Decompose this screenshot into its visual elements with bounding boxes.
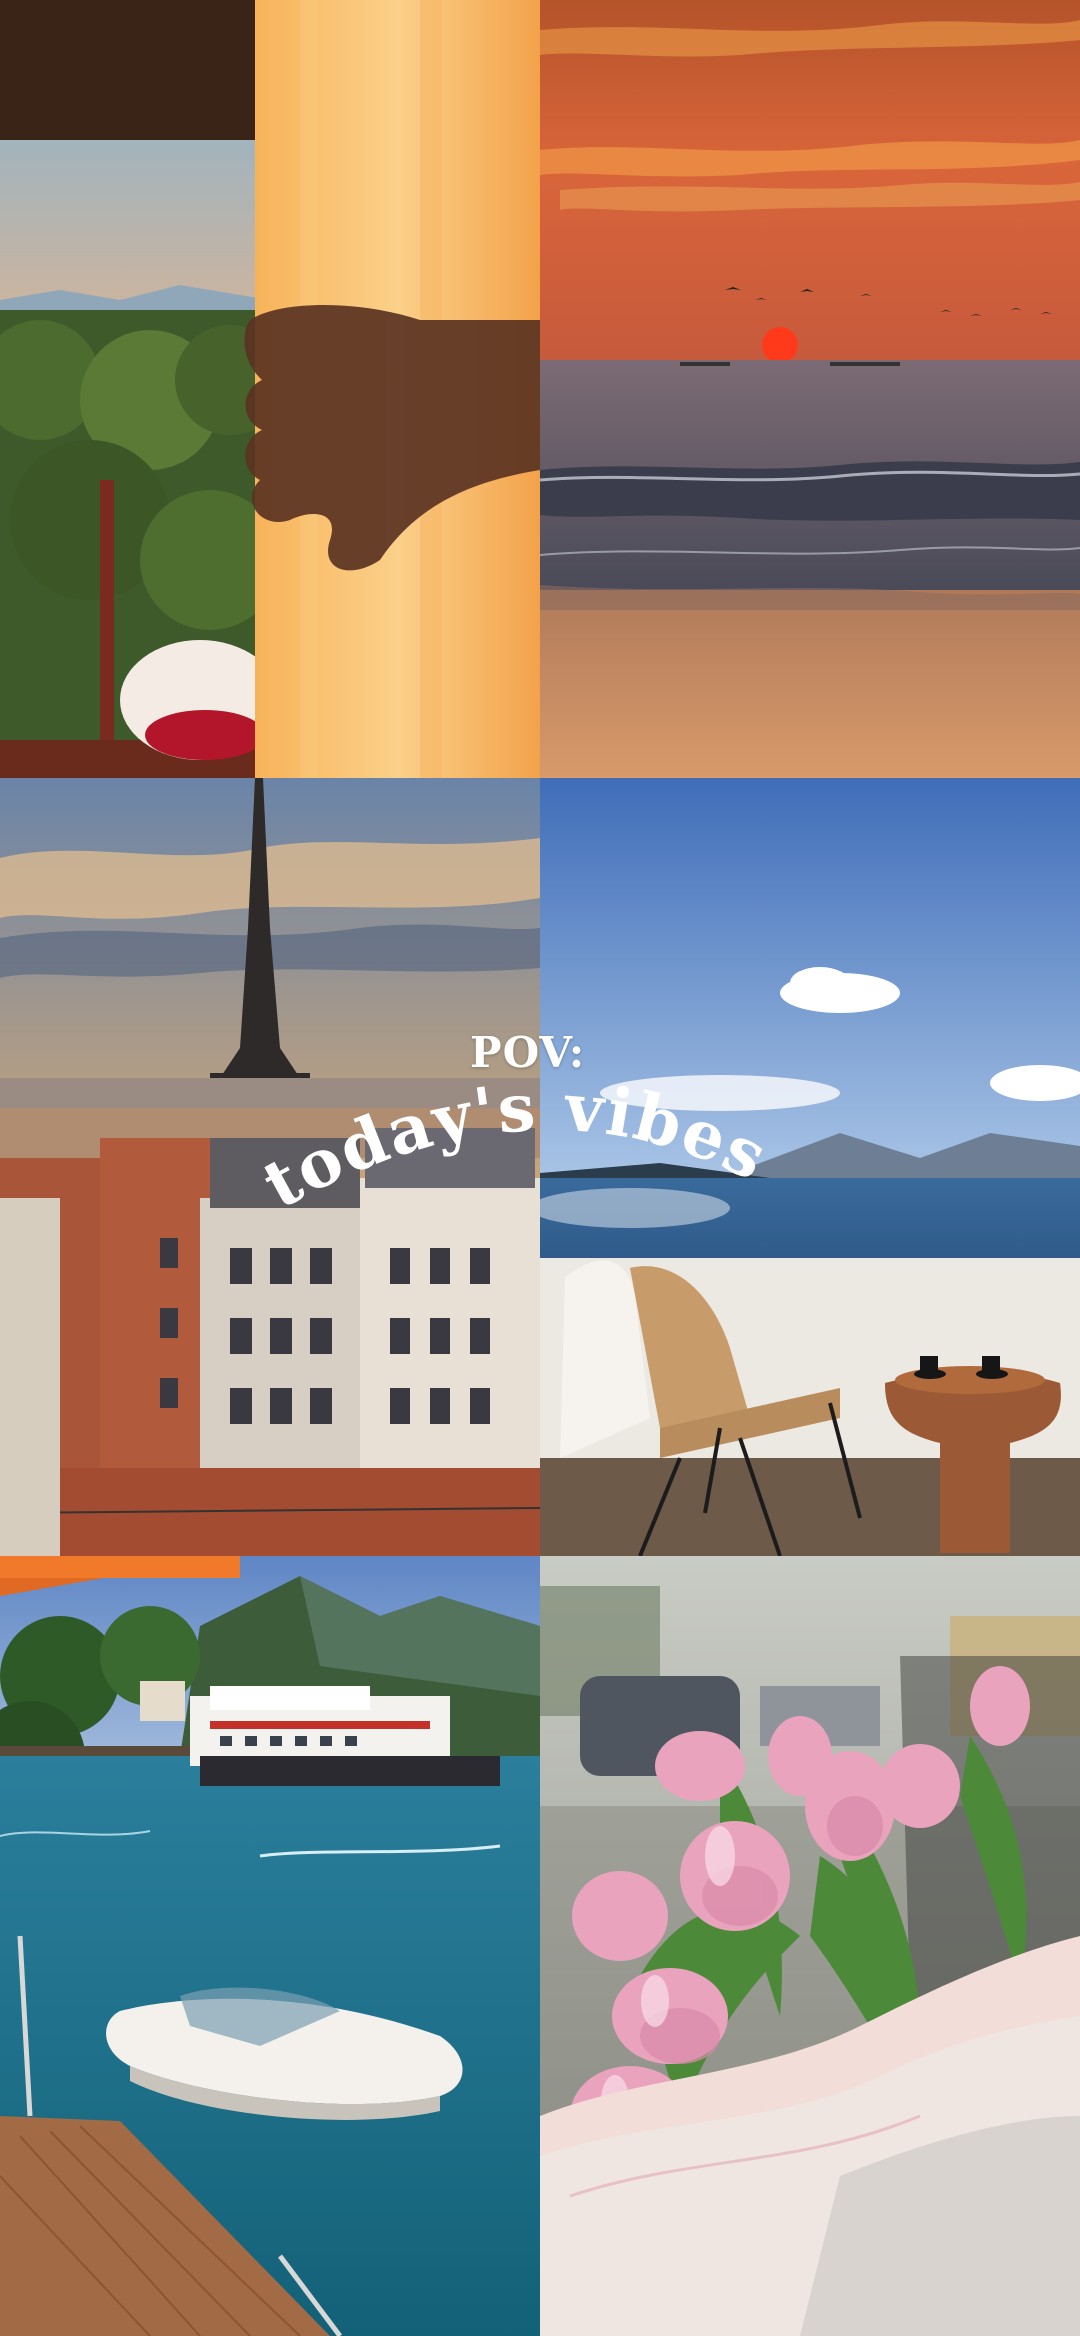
curtain-sunset-view-photo	[0, 0, 540, 778]
balcony-sea-view-photo	[540, 778, 1080, 1556]
eiffel-tower-rooftops-photo	[0, 778, 540, 1556]
pink-tulips-bouquet-photo	[540, 1556, 1080, 2336]
photo-collage	[0, 0, 1080, 2336]
lake-boats-harbor-photo	[0, 1556, 540, 2336]
beach-sunset-photo	[540, 0, 1080, 778]
